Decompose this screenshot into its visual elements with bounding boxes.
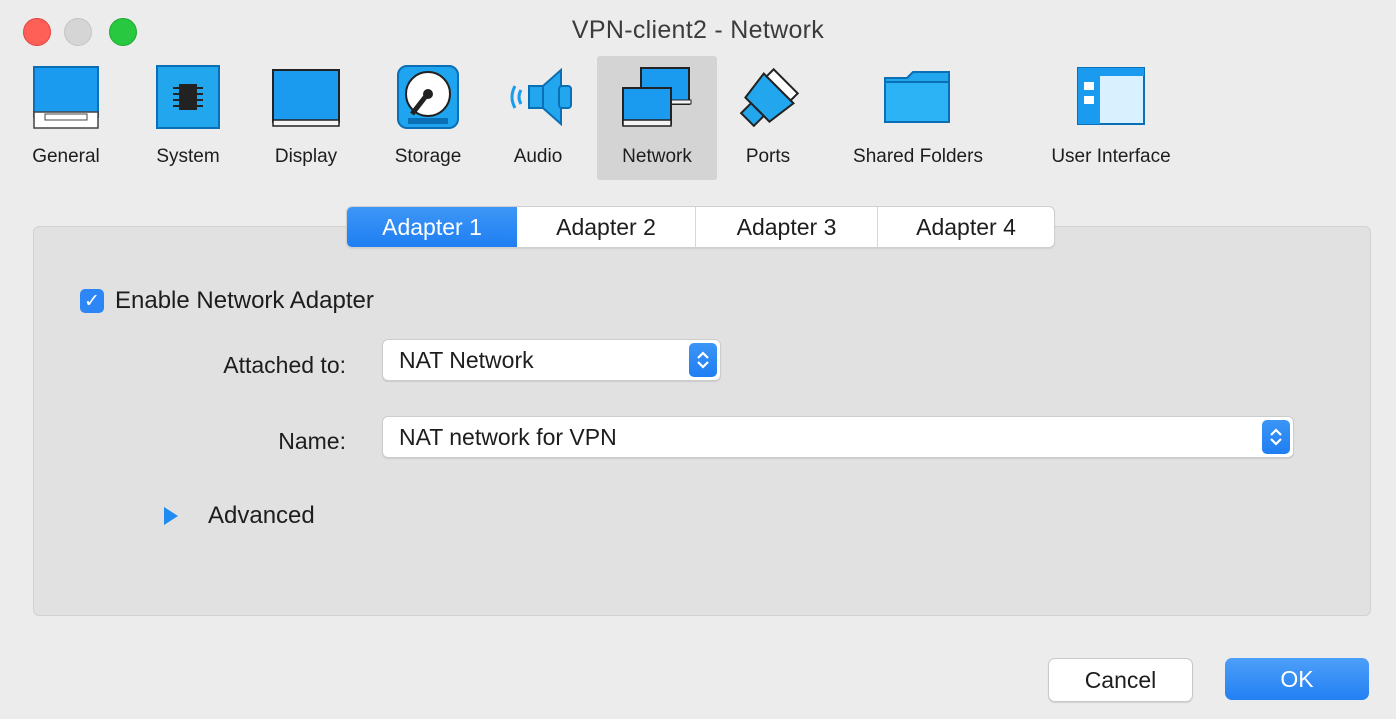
toolbar-display[interactable]: Display: [262, 56, 350, 180]
attached-to-value: NAT Network: [399, 347, 534, 373]
advanced-label: Advanced: [208, 502, 315, 529]
name-label: Name:: [278, 428, 346, 454]
tab-adapter-1[interactable]: Adapter 1: [347, 207, 517, 247]
enable-adapter-label[interactable]: Enable Network Adapter: [115, 287, 374, 315]
disclosure-triangle-icon: [164, 507, 178, 525]
attached-to-label: Attached to:: [223, 352, 346, 378]
advanced-disclosure[interactable]: Advanced: [164, 502, 315, 530]
network-name-value: NAT network for VPN: [399, 424, 617, 450]
toolbar-general[interactable]: General: [22, 56, 110, 180]
enable-adapter-checkbox[interactable]: ✓: [80, 289, 104, 313]
toolbar-audio[interactable]: Audio: [500, 56, 576, 180]
toolbar-label: General: [32, 146, 100, 167]
cancel-button[interactable]: Cancel: [1048, 658, 1193, 702]
audio-icon: [503, 64, 573, 135]
user-interface-icon: [1076, 64, 1146, 133]
ok-button[interactable]: OK: [1225, 658, 1369, 700]
toolbar-label: User Interface: [1051, 146, 1171, 167]
toolbar-label: Ports: [745, 146, 791, 167]
select-arrows-icon: [689, 343, 717, 377]
toolbar-storage[interactable]: Storage: [376, 56, 480, 180]
adapter-tabs: Adapter 1 Adapter 2 Adapter 3 Adapter 4: [346, 206, 1055, 248]
select-arrows-icon: [1262, 420, 1290, 454]
toolbar-user-interface[interactable]: User Interface: [1036, 56, 1186, 180]
toolbar-label: Display: [274, 146, 338, 167]
title-bar: VPN-client2 - Network: [0, 0, 1396, 62]
toolbar-label: Network: [622, 146, 692, 167]
toolbar-label: System: [156, 146, 220, 167]
attached-to-select[interactable]: NAT Network: [382, 339, 721, 381]
window-title: VPN-client2 - Network: [571, 16, 825, 44]
tab-adapter-3[interactable]: Adapter 3: [696, 207, 878, 247]
toolbar-system[interactable]: System: [140, 56, 236, 180]
settings-toolbar: General System Display Storage Audio Net…: [0, 54, 1396, 180]
display-icon: [271, 64, 341, 135]
toolbar-network[interactable]: Network: [597, 56, 717, 180]
network-icon: [621, 64, 693, 135]
toolbar-label: Storage: [394, 146, 462, 167]
toolbar-label: Audio: [513, 146, 563, 167]
tab-adapter-2[interactable]: Adapter 2: [517, 207, 696, 247]
ports-icon: [733, 64, 803, 139]
network-name-select[interactable]: NAT network for VPN: [382, 416, 1294, 458]
general-icon: [33, 64, 99, 135]
storage-icon: [396, 64, 460, 135]
toolbar-ports[interactable]: Ports: [728, 56, 808, 180]
tab-adapter-4[interactable]: Adapter 4: [878, 207, 1054, 247]
shared-folders-icon: [883, 64, 953, 133]
toolbar-label: Shared Folders: [853, 146, 983, 167]
system-icon: [155, 64, 221, 135]
checkmark-icon: ✓: [84, 290, 100, 312]
toolbar-shared-folders[interactable]: Shared Folders: [836, 56, 1000, 180]
enable-adapter-row: ✓ Enable Network Adapter: [80, 286, 374, 316]
